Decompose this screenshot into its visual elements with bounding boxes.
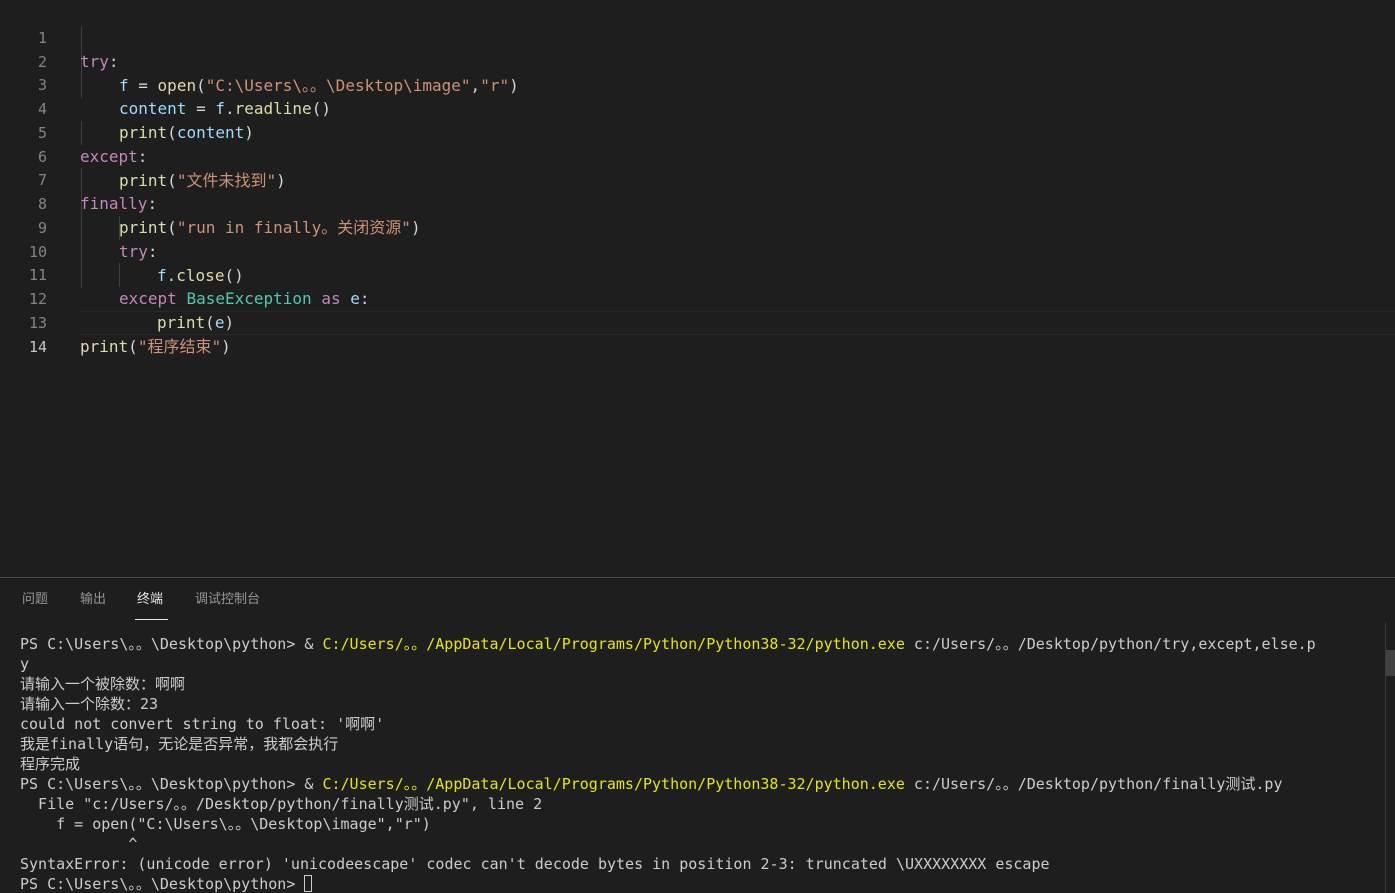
tab-problems[interactable]: 问题 [22,591,48,609]
terminal-prompt-line[interactable]: PS C:\Users\。。\Desktop\python> [20,874,1360,893]
terminal-line: could not convert string to float: '啊啊' [20,715,385,733]
code-line[interactable]: 2 f = open("C:\Users\。。\Desktop\image","… [0,26,1395,95]
code-editor[interactable]: 1 try: 2 f = open("C:\Users\。。\Desktop\i… [0,0,1395,577]
terminal-cursor [304,875,313,892]
code-line[interactable]: 6 print("文件未找到") [0,121,1395,190]
code-line[interactable]: 13 print("程序结束") [0,287,1395,356]
terminal-line: ^ [20,835,138,853]
terminal-line: PS C:\Users\。。\Desktop\python> & C:/User… [20,635,1316,653]
terminal-line: 我是finally语句，无论是否异常，我都会执行 [20,735,339,753]
code-line[interactable]: 8 print("run in finally。关闭资源") [0,168,1395,237]
current-line-highlight[interactable] [80,311,1395,335]
terminal-line: SyntaxError: (unicode error) 'unicodeesc… [20,855,1050,873]
code-line[interactable]: 7 finally: [0,144,1395,213]
code-line[interactable]: 10 f.close() [0,216,1395,285]
code-line[interactable]: 11 except BaseException as e: [0,239,1395,308]
tab-output[interactable]: 输出 [80,591,106,609]
code-line[interactable]: 14 [0,311,80,356]
terminal-line: f = open("C:\Users\。。\Desktop\image","r"… [20,815,431,833]
code-line[interactable]: 12 print(e) [0,263,1395,332]
terminal-line: y [20,655,30,673]
code-line[interactable]: 3 content = f.readline() [0,49,1395,118]
line-number: 14 [28,338,47,356]
panel-tabs: 问题 输出 终端 调试控制台 [0,578,1395,620]
active-tab-indicator [135,619,168,620]
code-line[interactable]: 1 try: [0,2,1395,71]
terminal-line: 请输入一个除数：23 [20,695,159,713]
terminal-line: 程序完成 [20,755,81,773]
code-line[interactable]: 5 except: [0,97,1395,166]
code-line[interactable]: 4 print(content) [0,73,1395,142]
terminal-scrollbar-thumb[interactable] [1386,650,1395,676]
code-line[interactable]: 9 try: [0,192,1395,261]
terminal-line: PS C:\Users\。。\Desktop\python> & C:/User… [20,775,1283,793]
terminal-line: File "c:/Users/。。/Desktop/python/finally… [20,795,543,813]
terminal-line: 请输入一个被除数：啊啊 [20,675,186,693]
terminal-output[interactable]: PS C:\Users\。。\Desktop\python> & C:/User… [20,634,1360,893]
bottom-panel: 问题 输出 终端 调试控制台 PS C:\Users\。。\Desktop\py… [0,577,1395,893]
tab-debug-console[interactable]: 调试控制台 [195,591,260,609]
code-text: print("程序结束") [80,337,231,356]
tab-terminal[interactable]: 终端 [137,591,163,609]
